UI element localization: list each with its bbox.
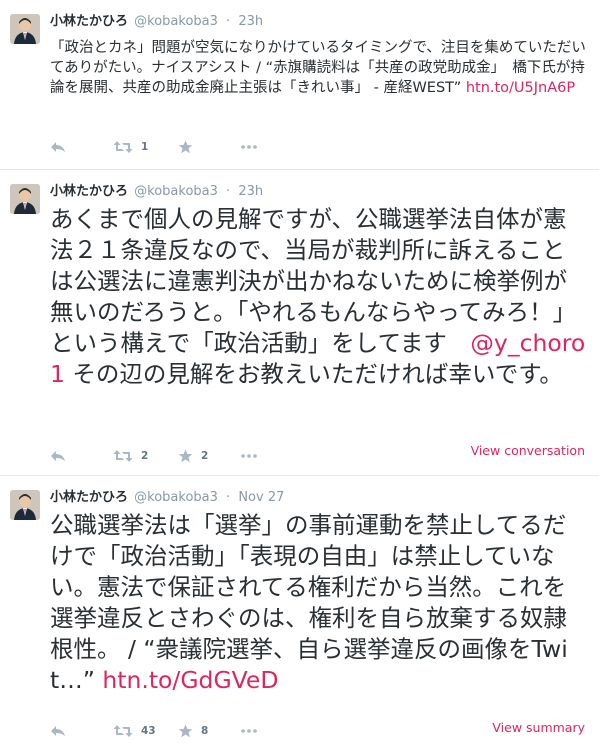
tweet-body-continued: その辺の見解をお教えいただければ幸いです。 <box>64 360 563 388</box>
retweet-button[interactable]: 2 <box>113 447 148 465</box>
retweet-button[interactable]: 1 <box>113 138 148 156</box>
more-dots-icon <box>241 729 257 733</box>
tweet-header: 小林たかひろ @kobakoba3 · 23h <box>50 184 589 200</box>
favorite-star-icon <box>178 724 193 738</box>
favorite-button[interactable]: 2 <box>178 447 208 465</box>
avatar-image <box>10 490 40 520</box>
tweet-timestamp[interactable]: 23h <box>238 184 263 199</box>
retweet-icon <box>113 725 133 737</box>
author-handle[interactable]: @kobakoba3 <box>134 490 218 505</box>
more-button[interactable] <box>241 722 257 740</box>
avatar[interactable] <box>10 490 40 520</box>
tweet-actions: 2 2 <box>50 447 450 465</box>
retweet-count: 2 <box>141 450 149 462</box>
tweet-link[interactable]: htn.to/GdGVeD <box>102 666 278 694</box>
favorite-button[interactable]: 8 <box>178 722 208 740</box>
retweet-count: 1 <box>141 141 149 153</box>
tweet-actions: 1 <box>50 138 450 156</box>
retweet-count: 43 <box>141 725 156 737</box>
tweet-text: 公職選挙法は「選挙」の事前運動を禁止してるだけで「政治活動」「表現の自由」は禁止… <box>50 510 587 696</box>
avatar-image <box>10 184 40 214</box>
reply-button[interactable] <box>50 722 66 740</box>
view-conversation-link[interactable]: View conversation <box>471 443 585 458</box>
tweet-text: あくまで個人の見解ですが、公職選挙法自体が憲法２１条違反なので、当局が裁判所に訴… <box>50 204 587 390</box>
tweet-text: 「政治とカネ」問題が空気になりかけているタイミングで、注目を集めていただいてあり… <box>50 38 587 98</box>
tweet-link[interactable]: htn.to/U5JnA6P <box>466 80 575 96</box>
more-dots-icon <box>241 454 257 458</box>
more-dots-icon <box>241 145 257 149</box>
separator-dot: · <box>226 490 231 505</box>
favorite-count: 8 <box>201 725 209 737</box>
reply-button[interactable] <box>50 447 66 465</box>
avatar-image <box>10 14 40 44</box>
favorite-star-icon <box>178 449 193 463</box>
author-name[interactable]: 小林たかひろ <box>50 490 128 505</box>
author-handle[interactable]: @kobakoba3 <box>134 184 218 199</box>
reply-icon <box>51 451 65 461</box>
retweet-button[interactable]: 43 <box>113 722 156 740</box>
tweet-timestamp[interactable]: Nov 27 <box>238 490 284 505</box>
separator-dot: · <box>226 14 231 29</box>
author-name[interactable]: 小林たかひろ <box>50 14 128 29</box>
author-handle[interactable]: @kobakoba3 <box>134 14 218 29</box>
retweet-icon <box>113 141 133 153</box>
more-button[interactable] <box>241 138 257 156</box>
favorite-button[interactable] <box>178 138 201 156</box>
tweet-3[interactable]: 小林たかひろ @kobakoba3 · Nov 27 公職選挙法は「選挙」の事前… <box>0 476 599 755</box>
tweet-actions: 43 8 <box>50 722 450 740</box>
avatar[interactable] <box>10 184 40 214</box>
favorite-star-icon <box>178 140 193 154</box>
separator-dot: · <box>226 184 231 199</box>
reply-icon <box>51 726 65 736</box>
reply-icon <box>51 142 65 152</box>
tweet-header: 小林たかひろ @kobakoba3 · 23h <box>50 14 589 30</box>
reply-button[interactable] <box>50 138 66 156</box>
favorite-count: 2 <box>201 450 209 462</box>
tweet-header: 小林たかひろ @kobakoba3 · Nov 27 <box>50 490 589 506</box>
author-name[interactable]: 小林たかひろ <box>50 184 128 199</box>
more-button[interactable] <box>241 447 257 465</box>
avatar[interactable] <box>10 14 40 44</box>
retweet-icon <box>113 450 133 462</box>
view-summary-link[interactable]: View summary <box>492 720 585 735</box>
tweet-2[interactable]: 小林たかひろ @kobakoba3 · 23h あくまで個人の見解ですが、公職選… <box>0 170 599 476</box>
tweet-timestamp[interactable]: 23h <box>238 14 263 29</box>
tweet-1[interactable]: 小林たかひろ @kobakoba3 · 23h 「政治とカネ」問題が空気になりか… <box>0 0 599 170</box>
